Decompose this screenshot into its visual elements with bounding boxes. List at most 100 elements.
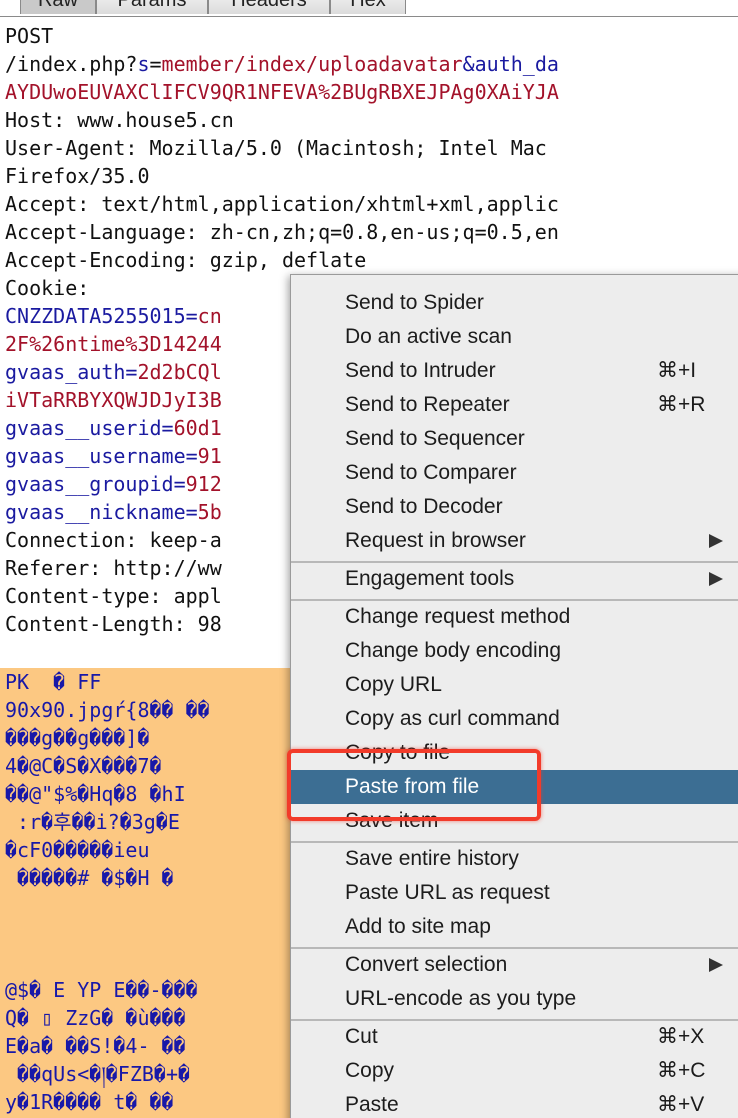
menu-item-label: Send to Intruder bbox=[345, 359, 496, 382]
auth-value-continuation: AYDUwoEUVAXClIFCV9QR1NFEVA%2BUgRBXEJPAg0… bbox=[5, 80, 559, 104]
accept-header: Accept: text/html,application/xhtml+xml,… bbox=[5, 192, 559, 216]
cookie-value: 2F%26ntime%3D14244 bbox=[5, 332, 222, 356]
cookie-line: iVTaRRBYXQWJDJyI3B bbox=[5, 386, 222, 414]
cookie-line: gvaas__nickname=5b bbox=[5, 498, 222, 526]
shortcut-label: ⌘+V bbox=[657, 1093, 705, 1116]
menu-item-label: Send to Comparer bbox=[345, 461, 517, 484]
host-header: Host: www.house5.cn bbox=[5, 108, 234, 132]
request-path: /index.php? bbox=[5, 52, 138, 76]
menu-item-send-to-sequencer[interactable]: Send to Sequencer bbox=[291, 422, 738, 456]
body-line: Q� ▯ ZzG� �ù��� bbox=[5, 1006, 186, 1030]
menu-item-send-to-comparer[interactable]: Send to Comparer bbox=[291, 456, 738, 490]
menu-item-cut[interactable]: Cut ⌘+X bbox=[291, 1020, 738, 1054]
menu-item-label: Send to Repeater bbox=[345, 393, 510, 416]
param-value: member/index/uploadavatar bbox=[161, 52, 463, 76]
request-method: POST bbox=[5, 24, 54, 48]
submenu-arrow-icon bbox=[709, 572, 723, 586]
body-line bbox=[5, 920, 295, 948]
menu-item-change-body-encoding[interactable]: Change body encoding bbox=[291, 634, 738, 668]
cookie-value: iVTaRRBYXQWJDJyI3B bbox=[5, 388, 222, 412]
menu-item-send-to-repeater[interactable]: Send to Repeater ⌘+R bbox=[291, 388, 738, 422]
menu-item-label: Paste bbox=[345, 1093, 399, 1116]
menu-item-label: Change request method bbox=[345, 605, 571, 628]
menu-item-save-entire-history[interactable]: Save entire history bbox=[291, 842, 738, 876]
menu-item-engagement-tools[interactable]: Engagement tools bbox=[291, 562, 738, 596]
body-line: @$� E YP E��-��� bbox=[5, 978, 198, 1002]
body-line: 90x90.jpgŕ{8�� �� bbox=[5, 698, 210, 722]
cookie-line: gvaas__groupid=912 bbox=[5, 470, 222, 498]
cookie-header: Cookie: bbox=[5, 276, 90, 300]
context-menu: Send to Spider Do an active scan Send to… bbox=[290, 274, 738, 1118]
cookie-line: gvaas__username=91 bbox=[5, 442, 222, 470]
connection-header: Connection: keep-a bbox=[5, 528, 222, 552]
tab-hex[interactable]: Hex bbox=[330, 0, 406, 14]
menu-item-label: URL-encode as you type bbox=[345, 987, 577, 1010]
menu-item-request-in-browser[interactable]: Request in browser bbox=[291, 524, 738, 558]
menu-item-send-to-decoder[interactable]: Send to Decoder bbox=[291, 490, 738, 524]
menu-item-label: Copy bbox=[345, 1059, 395, 1082]
menu-item-send-to-spider[interactable]: Send to Spider bbox=[291, 286, 738, 320]
menu-item-copy-url[interactable]: Copy URL bbox=[291, 668, 738, 702]
body-line: 4�@C�S�X���7� bbox=[5, 754, 162, 778]
body-line: ��@"$%�Hq�8 �hI bbox=[5, 782, 186, 806]
menu-item-send-to-intruder[interactable]: Send to Intruder ⌘+I bbox=[291, 354, 738, 388]
menu-item-label: Cut bbox=[345, 1025, 378, 1048]
content-length-header: Content-Length: 98 bbox=[5, 612, 222, 636]
menu-item-label: Request in browser bbox=[345, 529, 526, 552]
menu-item-copy[interactable]: Copy ⌘+C bbox=[291, 1054, 738, 1088]
menu-item-convert-selection[interactable]: Convert selection bbox=[291, 948, 738, 982]
body-line: :r�후��i?�3g�E bbox=[5, 810, 180, 834]
tab-params[interactable]: Params bbox=[96, 0, 208, 14]
user-agent-header: User-Agent: Mozilla/5.0 (Macintosh; Inte… bbox=[5, 136, 547, 160]
body-line: �cF0�����ieu bbox=[5, 838, 150, 862]
cookie-value: 60d1 bbox=[173, 416, 222, 440]
menu-item-label: Paste URL as request bbox=[345, 881, 550, 904]
shortcut-label: ⌘+X bbox=[657, 1025, 705, 1048]
menu-item-label: Send to Sequencer bbox=[345, 427, 525, 450]
menu-item-label: Copy as curl command bbox=[345, 707, 560, 730]
param-key: s bbox=[137, 52, 150, 76]
cookie-key: gvaas__nickname= bbox=[5, 500, 198, 524]
cookie-key: gvaas_auth= bbox=[5, 360, 138, 384]
menu-item-label: Engagement tools bbox=[345, 567, 515, 590]
cookie-key: CNZZDATA5255015= bbox=[5, 304, 198, 328]
tab-raw[interactable]: Raw bbox=[20, 0, 96, 14]
cookie-value: cn bbox=[197, 304, 222, 328]
body-line: �����# �$�H � bbox=[5, 866, 174, 890]
request-body-selection[interactable]: PK � FF 90x90.jpgŕ{8�� �� ���g��g���]� 4… bbox=[0, 668, 295, 1118]
cookie-value: 912 bbox=[185, 472, 222, 496]
menu-item-active-scan[interactable]: Do an active scan bbox=[291, 320, 738, 354]
cookie-line: 2F%26ntime%3D14244 bbox=[5, 330, 222, 358]
user-agent-continuation: Firefox/35.0 bbox=[5, 164, 150, 188]
menu-item-label: Save entire history bbox=[345, 847, 519, 870]
body-line: y�1R���� t� �� bbox=[5, 1090, 174, 1114]
menu-item-paste-url-as-request[interactable]: Paste URL as request bbox=[291, 876, 738, 910]
menu-item-paste[interactable]: Paste ⌘+V bbox=[291, 1088, 738, 1118]
accept-encoding-header: Accept-Encoding: gzip, deflate bbox=[5, 248, 367, 272]
cookie-line: gvaas__userid=60d1 bbox=[5, 414, 222, 442]
menu-item-label: Convert selection bbox=[345, 953, 508, 976]
submenu-arrow-icon bbox=[709, 534, 723, 548]
body-line: E�a� ��S!�4- �� bbox=[5, 1034, 186, 1058]
body-line: PK � FF bbox=[5, 670, 102, 694]
cookie-line: gvaas_auth=2d2bCQl bbox=[5, 358, 222, 386]
menu-item-copy-as-curl[interactable]: Copy as curl command bbox=[291, 702, 738, 736]
cookie-value: 5b bbox=[197, 500, 222, 524]
editor-tab-bar: Raw Params Headers Hex bbox=[0, 0, 738, 17]
menu-item-label: Copy URL bbox=[345, 673, 442, 696]
highlight-callout-box bbox=[287, 749, 541, 821]
cookie-value: 91 bbox=[197, 444, 222, 468]
content-type-header: Content-type: appl bbox=[5, 584, 222, 608]
param-key: &auth_da bbox=[462, 52, 559, 76]
menu-item-add-to-site-map[interactable]: Add to site map bbox=[291, 910, 738, 944]
menu-item-change-request-method[interactable]: Change request method bbox=[291, 600, 738, 634]
menu-item-label: Send to Decoder bbox=[345, 495, 503, 518]
menu-item-label: Do an active scan bbox=[345, 325, 512, 348]
body-line: ���g��g���]� bbox=[5, 726, 150, 750]
equals-sign: = bbox=[149, 52, 162, 76]
tab-headers[interactable]: Headers bbox=[208, 0, 330, 14]
body-line bbox=[5, 892, 295, 920]
menu-item-url-encode-as-you-type[interactable]: URL-encode as you type bbox=[291, 982, 738, 1016]
body-line: ��qUs<�།�FZB�+� bbox=[5, 1062, 191, 1086]
referer-header: Referer: http://ww bbox=[5, 556, 222, 580]
